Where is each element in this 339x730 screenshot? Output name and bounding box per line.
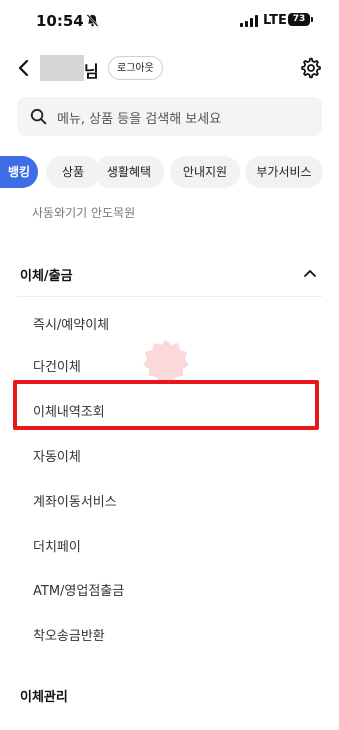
chip-products[interactable]: 상품 [46, 156, 100, 188]
search-icon [30, 108, 47, 125]
chevron-up-icon[interactable] [303, 268, 317, 278]
back-button[interactable] [10, 54, 38, 82]
battery-tip [311, 17, 313, 22]
search-placeholder: 메뉴, 상품 등을 검색해 보세요 [57, 112, 222, 127]
user-name-suffix: 님 [84, 62, 99, 81]
screen: 10:54 LTE 73 님 로그아웃 메뉴, 상품 등을 검색해 보세요 뱅킹… [0, 0, 339, 730]
menu-item-multi-transfer[interactable]: 다건이체 [33, 356, 81, 375]
chip-banking[interactable]: 뱅킹 [0, 156, 38, 188]
section-title-transfer-management[interactable]: 이체관리 [20, 686, 68, 705]
highlight-box [13, 380, 319, 430]
bell-off-icon [86, 14, 99, 27]
search-input[interactable]: 메뉴, 상품 등을 검색해 보세요 [17, 97, 322, 136]
section-divider [17, 296, 322, 297]
header: 님 로그아웃 [0, 46, 339, 90]
menu-item-mistaken-transfer-return[interactable]: 착오송금반환 [33, 625, 105, 644]
chip-guide-support[interactable]: 안내지원 [170, 156, 240, 188]
status-time: 10:54 [36, 12, 84, 30]
signal-icon [240, 15, 258, 27]
section-title-transfer[interactable]: 이체/출금 [20, 265, 73, 284]
chip-life-benefits[interactable]: 생활혜택 [94, 156, 164, 188]
category-chips: 뱅킹 상품 생활혜택 안내지원 부가서비스 [0, 156, 339, 188]
network-label: LTE [263, 13, 287, 28]
menu-item-account-switch[interactable]: 계좌이동서비스 [33, 491, 117, 510]
gear-icon[interactable] [300, 57, 322, 79]
battery-indicator: 73 [288, 13, 310, 26]
menu-item-auto-transfer[interactable]: 자동이체 [33, 446, 81, 465]
logout-button[interactable]: 로그아웃 [108, 56, 163, 80]
menu-item-dutch-pay[interactable]: 더치페이 [33, 536, 81, 555]
watermark-stamp [143, 340, 189, 383]
user-name-redacted [40, 55, 84, 81]
chip-extra-services[interactable]: 부가서비스 [245, 156, 323, 188]
partially-visible-menu-item[interactable]: 사동와기기 안도목원 [32, 204, 135, 218]
status-bar: 10:54 LTE 73 [0, 0, 339, 42]
menu-item-atm-withdrawal[interactable]: ATM/영업점출금 [33, 580, 124, 599]
menu-item-instant-transfer[interactable]: 즉시/예약이체 [33, 314, 109, 333]
